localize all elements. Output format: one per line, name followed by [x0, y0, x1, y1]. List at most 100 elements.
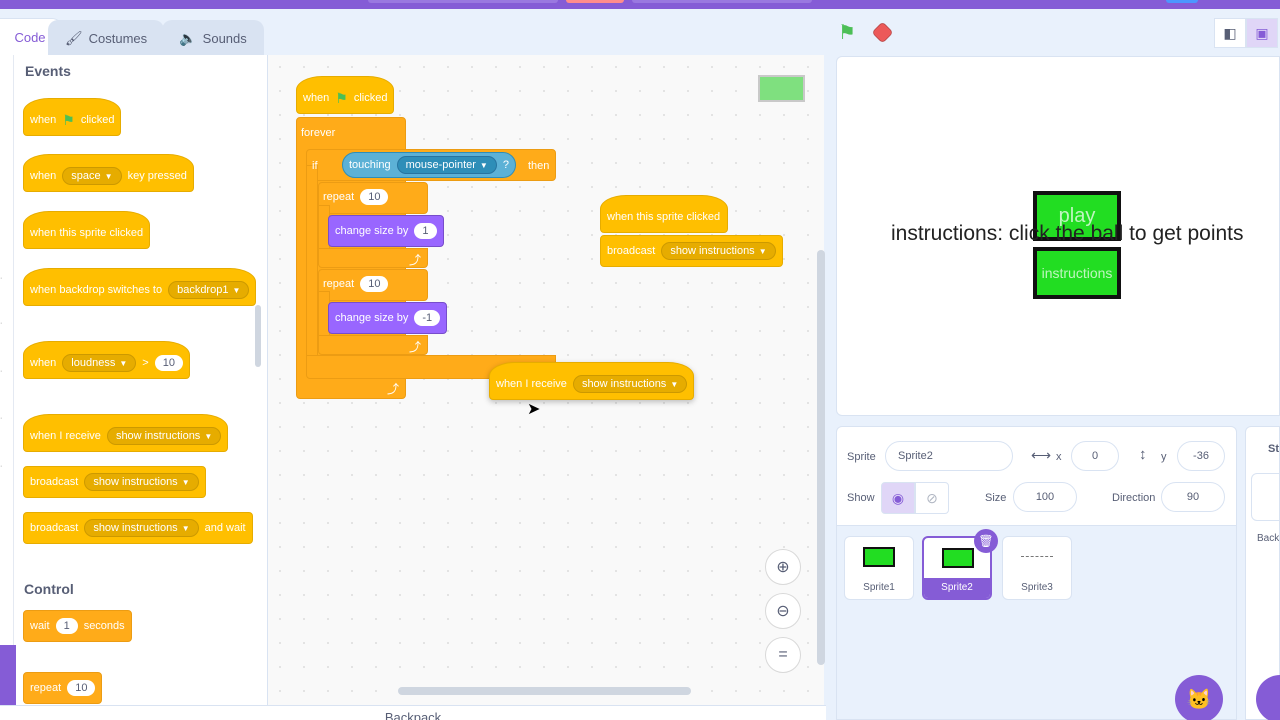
block-when-sprite-clicked[interactable]: when this sprite clicked	[600, 195, 728, 233]
key-dropdown[interactable]: space ▼	[62, 167, 122, 185]
block-broadcast[interactable]: broadcast show instructions ▼	[600, 235, 783, 267]
message-dropdown[interactable]: show instructions ▼	[84, 473, 199, 491]
events-heading: Events	[25, 63, 71, 79]
x-label: x	[1056, 451, 1062, 463]
green-flag-icon: ⚑	[62, 111, 75, 128]
menu-bar-item[interactable]	[1166, 0, 1198, 3]
wait-input[interactable]: 1	[55, 618, 78, 634]
block-text: repeat	[323, 278, 355, 290]
block-repeat[interactable]: repeat 10	[23, 672, 103, 704]
message-dropdown[interactable]: show instructions ▼	[106, 427, 222, 445]
block-palette: · · · · · Events when ⚑ clicked when spa…	[0, 55, 268, 705]
backdrop-dropdown[interactable]: backdrop1 ▼	[168, 281, 250, 299]
sensor-dropdown[interactable]: loudness ▼	[62, 354, 137, 372]
block-when-flag-clicked[interactable]: when ⚑ clicked	[23, 98, 122, 136]
block-broadcast[interactable]: broadcast show instructions ▼	[23, 466, 206, 498]
if-label: if	[312, 160, 318, 172]
stage[interactable]: play instructions instructions: click th…	[836, 56, 1280, 416]
block-change-size[interactable]: change size by 1	[328, 215, 444, 247]
green-flag-button[interactable]: ⚑	[838, 20, 856, 45]
menu-bar-item[interactable]	[566, 0, 624, 3]
delete-sprite-button[interactable]: 🗑	[974, 529, 998, 553]
category-item[interactable]: ·	[0, 368, 2, 375]
sprite-thumbnail-indicator	[758, 75, 805, 102]
menu-bar-item[interactable]	[368, 0, 558, 3]
block-text: when this sprite clicked	[30, 227, 144, 239]
menu-bar-item[interactable]	[632, 0, 812, 3]
message-dropdown[interactable]: show instructions ▼	[661, 242, 776, 260]
size-input[interactable]: 100	[1013, 482, 1077, 512]
block-text: >	[142, 357, 149, 369]
block-when-loudness[interactable]: when loudness ▼ > 10	[23, 341, 190, 379]
tab-sounds[interactable]: 🔈 Sounds	[162, 20, 264, 56]
category-item[interactable]: ·	[0, 415, 2, 422]
message-dropdown[interactable]: show instructions ▼	[84, 519, 199, 537]
category-item[interactable]: ·	[0, 320, 2, 327]
block-when-backdrop-switches[interactable]: when backdrop switches to backdrop1 ▼	[23, 268, 257, 306]
y-input[interactable]: -36	[1177, 441, 1225, 471]
sprite-name-input[interactable]: Sprite2	[885, 441, 1013, 471]
category-menu: · · · · ·	[0, 55, 16, 705]
block-text: when	[30, 170, 57, 182]
block-text: and wait	[204, 522, 246, 534]
speaker-icon: 🔈	[179, 30, 197, 46]
tab-sounds-label: Sounds	[202, 31, 247, 46]
block-text: clicked	[80, 114, 115, 126]
cat-add-icon: 🐱	[1186, 688, 1212, 711]
hide-sprite-button[interactable]: ⊘	[915, 482, 949, 514]
message-dropdown[interactable]: show instructions ▼	[572, 375, 688, 393]
sprite-tile-name: Sprite3	[1021, 582, 1053, 593]
repeat-input[interactable]: 10	[360, 189, 389, 205]
size-input[interactable]: -1	[414, 310, 441, 326]
block-wait[interactable]: wait 1 seconds	[23, 610, 132, 642]
if-block-arm	[306, 165, 318, 375]
normal-stage-button[interactable]: ▣	[1246, 18, 1278, 48]
sprite-thumbnail	[863, 547, 895, 567]
instructions-sprite[interactable]: instructions	[1033, 247, 1121, 299]
zoom-in-button[interactable]: ⊕	[765, 549, 801, 585]
add-sprite-button[interactable]: 🐱	[1175, 675, 1223, 720]
sprite-tile[interactable]: Sprite1	[844, 536, 914, 600]
backpack[interactable]: Backpack	[0, 705, 826, 720]
zoom-out-button[interactable]: ⊖	[765, 593, 801, 629]
show-sprite-button[interactable]: ◉	[881, 482, 915, 514]
category-selected[interactable]	[0, 645, 16, 705]
block-when-i-receive[interactable]: when I receive show instructions ▼	[23, 414, 229, 452]
backdrops-label: Back	[1257, 533, 1280, 544]
dragged-block-when-i-receive[interactable]: when I receive show instructions ▼	[489, 362, 695, 400]
workspace-vertical-scrollbar[interactable]	[817, 250, 825, 665]
block-broadcast-and-wait[interactable]: broadcast show instructions ▼ and wait	[23, 512, 253, 544]
zoom-reset-button[interactable]: =	[765, 637, 801, 673]
block-change-size[interactable]: change size by -1	[328, 302, 448, 334]
then-label: then	[528, 160, 550, 172]
script-workspace[interactable]: when ⚑ clicked forever ⤴ if touching mou…	[268, 55, 824, 705]
block-text: when	[30, 357, 57, 369]
sprite-tile[interactable]: Sprite3	[1002, 536, 1072, 600]
touching-block[interactable]: touching mouse-pointer ▼ ?	[342, 152, 516, 178]
dropdown-value: show instructions	[581, 378, 667, 390]
tab-costumes[interactable]: 🖌 Costumes	[48, 20, 164, 56]
block-when-key-pressed[interactable]: when space ▼ key pressed	[23, 154, 194, 192]
direction-input[interactable]: 90	[1161, 482, 1225, 512]
block-when-flag-clicked[interactable]: when ⚑ clicked	[296, 76, 395, 114]
stop-button[interactable]	[871, 21, 894, 44]
repeat-input[interactable]: 10	[67, 680, 96, 696]
touching-dropdown[interactable]: mouse-pointer ▼	[396, 156, 497, 174]
paintbrush-icon: 🖌	[64, 30, 83, 46]
size-input[interactable]: 1	[414, 223, 437, 239]
category-item[interactable]: ·	[0, 463, 2, 470]
block-text: clicked	[353, 92, 388, 104]
workspace-horizontal-scrollbar[interactable]	[398, 687, 691, 695]
show-label: Show	[847, 492, 875, 504]
block-when-sprite-clicked[interactable]: when this sprite clicked	[23, 211, 151, 249]
loudness-input[interactable]: 10	[154, 355, 183, 371]
block-text: wait	[30, 620, 50, 632]
block-text: touching	[349, 159, 391, 171]
repeat-input[interactable]: 10	[360, 276, 389, 292]
x-input[interactable]: 0	[1071, 441, 1119, 471]
palette-scrollbar[interactable]	[255, 305, 261, 367]
category-item[interactable]: ·	[0, 275, 2, 282]
stage-thumbnail[interactable]	[1251, 473, 1279, 521]
small-stage-button[interactable]: ◧	[1214, 18, 1246, 48]
caret-down-icon: ▼	[181, 523, 190, 533]
